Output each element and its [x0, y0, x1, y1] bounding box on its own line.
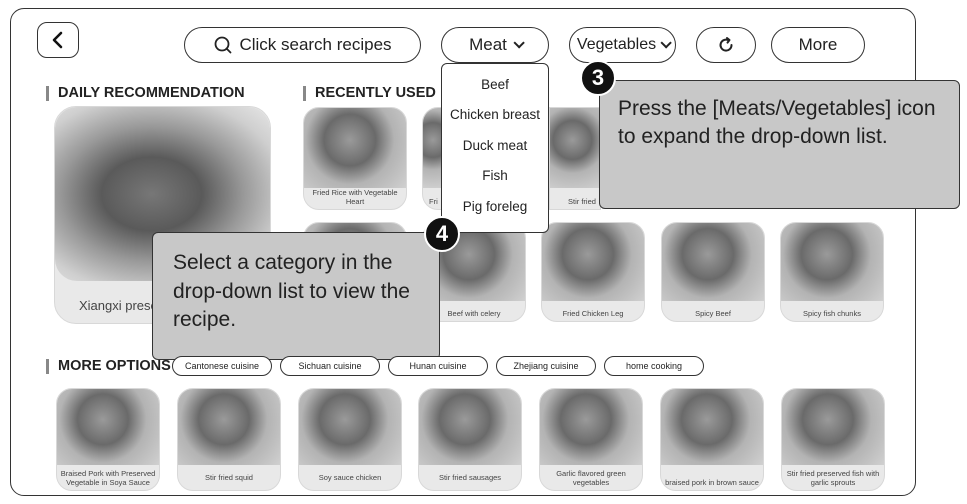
step3-tooltip: Press the [Meats/Vegetables] icon to exp… — [599, 80, 960, 209]
recipe-image — [57, 389, 159, 465]
more-recipe-card[interactable]: Stir fried squid — [177, 388, 281, 491]
chevron-left-icon — [52, 31, 63, 49]
more-recipe-card[interactable]: Soy sauce chicken — [298, 388, 402, 491]
search-label: Click search recipes — [239, 35, 392, 54]
recipe-caption: Stir fried — [568, 197, 596, 206]
recipe-caption: Spicy Beef — [695, 309, 731, 318]
meat-dropdown-button[interactable]: Meat — [441, 27, 549, 63]
vegetables-label: Vegetables — [576, 36, 657, 53]
meat-label: Meat — [469, 35, 507, 54]
recent-recipe-card[interactable]: Stir fried — [549, 107, 601, 210]
recipe-caption: Spicy fish chunks — [803, 309, 861, 318]
cuisine-tag-hunan[interactable]: Hunan cuisine — [388, 356, 488, 376]
recent-recipe-card[interactable]: Fried Rice with Vegetable Heart — [303, 107, 407, 210]
daily-recommendation-title: DAILY RECOMMENDATION — [46, 86, 245, 101]
recipe-image — [782, 389, 884, 465]
cuisine-tag-cantonese[interactable]: Cantonese cuisine — [172, 356, 272, 376]
recipe-caption: Fried Chicken Leg — [562, 309, 624, 318]
recipe-caption: Garlic flavored green vegetables — [556, 469, 626, 487]
recipe-caption: Fried Rice with Vegetable Heart — [312, 188, 398, 206]
search-icon — [215, 36, 232, 54]
recipe-caption: Soy sauce chicken — [318, 473, 382, 482]
recipe-image — [304, 108, 406, 188]
more-label: More — [798, 35, 838, 54]
search-button[interactable]: Click search recipes — [184, 27, 421, 63]
recipe-caption: Stir fried sausages — [438, 473, 502, 482]
recipe-image — [540, 389, 642, 465]
more-options-title: MORE OPTIONS — [46, 359, 171, 374]
dropdown-item-chicken-breast[interactable]: Chicken breast — [442, 100, 548, 131]
recipe-image — [550, 108, 600, 188]
chevron-down-icon — [660, 37, 672, 49]
recipe-image — [661, 389, 763, 465]
more-recipe-card[interactable]: Stir fried sausages — [418, 388, 522, 491]
dropdown-item-pig-foreleg[interactable]: Pig foreleg — [442, 191, 548, 222]
recipe-image — [419, 389, 521, 465]
cuisine-tag-sichuan[interactable]: Sichuan cuisine — [280, 356, 380, 376]
refresh-button[interactable] — [696, 27, 756, 63]
vegetables-dropdown-button[interactable]: Vegetables — [569, 27, 676, 63]
dropdown-item-fish[interactable]: Fish — [442, 161, 548, 192]
more-recipe-card[interactable]: Braised Pork with Preserved Vegetable in… — [56, 388, 160, 491]
dropdown-item-beef[interactable]: Beef — [442, 69, 548, 100]
recipe-caption: Stir fried squid — [205, 473, 253, 482]
recipe-caption: Braised Pork with Preserved Vegetable in… — [60, 469, 156, 487]
meat-dropdown-list: Beef Chicken breast Duck meat Fish Pig f… — [441, 63, 549, 233]
recipe-image — [542, 223, 644, 301]
back-button[interactable] — [37, 22, 79, 58]
recipe-caption: braised pork in brown sauce — [665, 478, 759, 487]
more-button[interactable]: More — [771, 27, 865, 63]
recipe-image — [299, 389, 401, 465]
cuisine-tag-zhejiang[interactable]: Zhejiang cuisine — [496, 356, 596, 376]
recently-used-title: RECENTLY USED — [303, 86, 436, 101]
recipe-image — [662, 223, 764, 301]
more-recipe-card[interactable]: Garlic flavored green vegetables — [539, 388, 643, 491]
refresh-icon — [719, 37, 733, 52]
recipe-image — [178, 389, 280, 465]
recent-recipe-card[interactable]: Spicy fish chunks — [780, 222, 884, 322]
recipe-caption: Stir fried preserved fish with garlic sp… — [786, 469, 880, 487]
step4-badge: 4 — [424, 216, 460, 252]
step4-text: Select a category in the drop-down list … — [173, 251, 410, 331]
more-recipe-card[interactable]: braised pork in brown sauce — [660, 388, 764, 491]
cuisine-tag-home-cooking[interactable]: home cooking — [604, 356, 704, 376]
recent-recipe-card[interactable]: Fried Chicken Leg — [541, 222, 645, 322]
recipe-image — [781, 223, 883, 301]
recent-recipe-card[interactable]: Spicy Beef — [661, 222, 765, 322]
chevron-down-icon — [513, 37, 525, 49]
dropdown-item-duck-meat[interactable]: Duck meat — [442, 130, 548, 161]
step4-tooltip: Select a category in the drop-down list … — [152, 232, 440, 360]
step3-badge: 3 — [580, 60, 616, 96]
step3-text: Press the [Meats/Vegetables] icon to exp… — [618, 97, 936, 148]
more-recipe-card[interactable]: Stir fried preserved fish with garlic sp… — [781, 388, 885, 491]
